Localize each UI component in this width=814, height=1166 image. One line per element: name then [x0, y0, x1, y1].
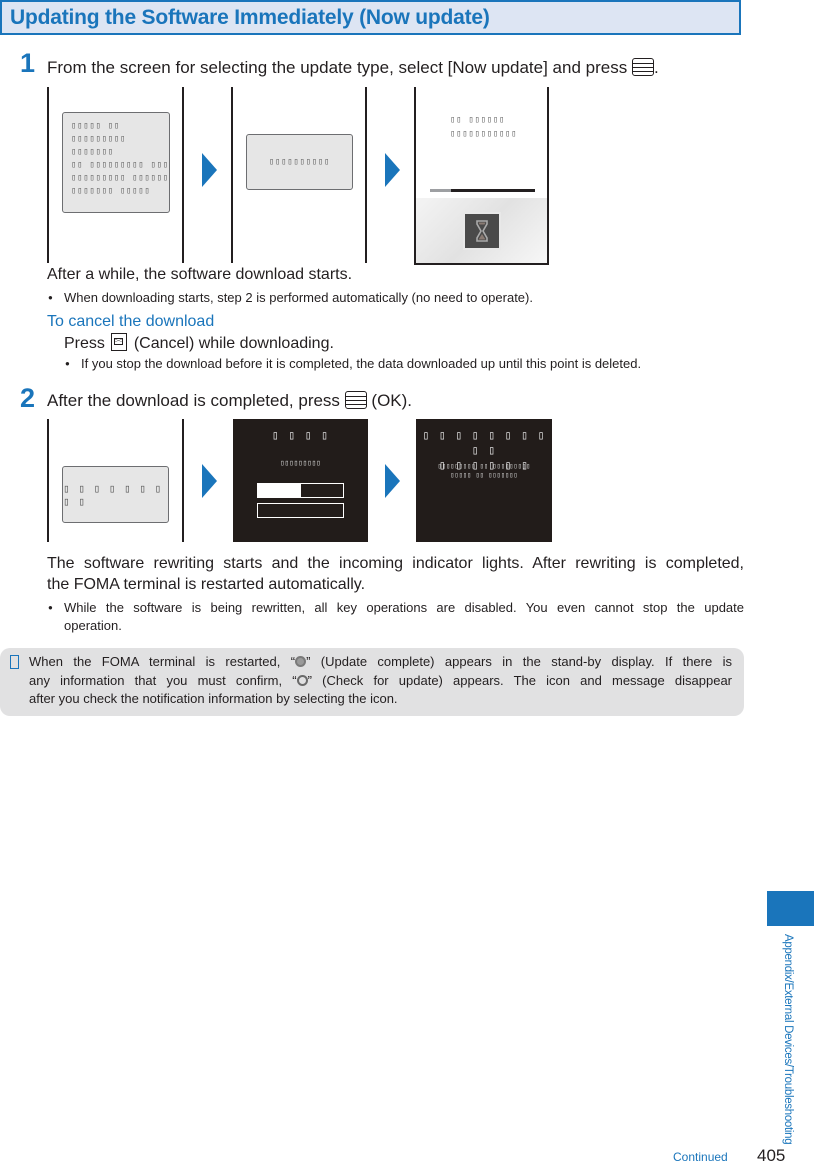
screen-border-bottom [414, 263, 549, 265]
screen-line: ▯▯▯▯▯▯▯▯▯▯▯ [450, 129, 518, 139]
screen-border-right [547, 87, 549, 263]
note-text-part: When the FOMA terminal is restarted, “ [29, 654, 296, 669]
step-1-instruction: From the screen for selecting the update… [47, 58, 659, 78]
screen-border-right [365, 87, 367, 263]
dialog-line: ▯ ▯ ▯ ▯ ▯ ▯ ▯ ▯ ▯ [63, 481, 163, 508]
step-2-result-line-2: the FOMA terminal is restarted automatic… [47, 576, 366, 593]
note-text-part: ” (Check for update) appears. The icon a… [307, 672, 732, 688]
screen-border-right [182, 419, 184, 542]
note-text-part: ” (Update complete) appears in the stand… [306, 654, 733, 669]
page-number: 405 [757, 1146, 786, 1165]
secondary-progress-bar [257, 503, 344, 518]
hourglass-icon [463, 212, 501, 250]
step-2-bullet-line-1: While the software is being rewritten, a… [48, 599, 744, 617]
section-header: Updating the Software Immediately (Now u… [0, 0, 741, 35]
update-complete-icon [295, 656, 307, 667]
download-screen-text: ▯▯ ▯▯▯▯▯▯ ▯▯▯▯▯▯▯▯▯▯▯ [450, 113, 517, 141]
check-for-update-icon [296, 674, 308, 686]
section-label-text: Appendix/External Devices/Troubleshootin… [782, 934, 794, 1145]
cancel-instruction: Press (Cancel) while downloading. [64, 333, 334, 354]
note-line: after you check the notification informa… [29, 691, 398, 706]
step-1-number: 1 [20, 48, 36, 78]
restart-message: ▯▯▯▯▯▯▯▯▯ ▯▯ ▯▯▯▯▯▯▯▯▯ ▯▯▯▯▯ ▯▯ ▯▯▯▯▯▯▯ [416, 462, 552, 480]
animation-area [416, 198, 547, 263]
rewriting-title: ▯ ▯ ▯ ▯ [271, 428, 330, 442]
cancel-heading: To cancel the download [47, 313, 215, 330]
rewrite-progress-fill [258, 484, 301, 497]
screen-border-left [47, 419, 49, 542]
restart-screen: ▯ ▯ ▯ ▯ ▯ ▯ ▯ ▯ ▯ ▯ ▯ ▯ ▯ ▯ ▯ ▯ ▯▯▯▯▯▯▯▯… [416, 419, 552, 542]
note-box: When the FOMA terminal is restarted, “ ” … [0, 648, 744, 716]
message-line: ▯▯▯▯▯ ▯▯ ▯▯▯▯▯▯▯ [450, 471, 518, 479]
dialog-text: ▯▯▯▯▯ ▯▯ ▯▯▯▯▯▯▯▯▯ ▯▯▯▯▯▯▯ ▯▯ ▯▯▯▯▯▯▯▯▯ … [71, 120, 169, 198]
arrow-right-icon [385, 464, 400, 498]
step-1-bullet: When downloading starts, step 2 is perfo… [48, 289, 533, 307]
note-line: any information that you must confirm, “… [29, 672, 732, 691]
rewriting-subtitle: ▯▯▯▯▯▯▯▯▯ [280, 458, 321, 467]
note-marker-icon [10, 655, 19, 669]
dialog-line: ▯▯▯▯▯▯▯▯▯ [71, 134, 127, 144]
arrow-right-icon [385, 153, 400, 187]
confirm-dialog: ▯▯▯▯▯▯▯▯▯▯ [246, 134, 353, 190]
dialog-line: ▯▯▯▯▯▯▯ ▯▯▯▯▯ [71, 186, 151, 196]
cancel-text: (Cancel) while downloading. [133, 335, 334, 352]
menu-key-icon [631, 58, 654, 76]
dialog-line: ▯▯▯▯▯▯▯▯▯▯ [268, 157, 331, 167]
note-line: When the FOMA terminal is restarted, “ ” … [29, 653, 732, 672]
download-complete-dialog: ▯ ▯ ▯ ▯ ▯ ▯ ▯ ▯ ▯ [62, 466, 169, 523]
step-2-result-line-1: The software rewriting starts and the in… [47, 555, 744, 572]
step-2-text: After the download is completed, press [47, 391, 340, 410]
dialog-line: ▯▯▯▯▯▯▯ [71, 147, 114, 157]
cancel-bullet: If you stop the download before it is co… [65, 355, 641, 373]
section-tab [767, 891, 814, 926]
mail-key-icon [111, 333, 128, 351]
step-1-period: . [653, 58, 659, 77]
dialog-line: ▯▯ ▯▯▯▯▯▯▯▯▯ ▯▯▯ [71, 160, 169, 170]
step-2-bullet-line-2: operation. [64, 618, 122, 633]
arrow-right-icon [202, 464, 217, 498]
page-title: Updating the Software Immediately (Now u… [10, 6, 490, 29]
section-label: Appendix/External Devices/Troubleshootin… [780, 934, 800, 1144]
cancel-text: Press [64, 335, 105, 352]
step-1-text: From the screen for selecting the update… [47, 58, 628, 77]
rewrite-progress-bar [257, 483, 344, 498]
update-type-dialog: ▯▯▯▯▯ ▯▯ ▯▯▯▯▯▯▯▯▯ ▯▯▯▯▯▯▯ ▯▯ ▯▯▯▯▯▯▯▯▯ … [62, 112, 170, 213]
rewriting-screen: ▯ ▯ ▯ ▯ ▯▯▯▯▯▯▯▯▯ [233, 419, 368, 542]
download-progress-bar [430, 189, 535, 192]
step-2-instruction: After the download is completed, press (… [47, 391, 412, 411]
download-progress-fill [430, 189, 451, 192]
step-2-number: 2 [20, 383, 36, 413]
step-2-text-end: (OK). [371, 391, 413, 410]
message-line: ▯▯▯▯▯▯▯▯▯ ▯▯ ▯▯▯▯▯▯▯▯▯ [437, 462, 531, 470]
note-text-part: any information that you must confirm, “ [29, 672, 297, 688]
continued-label: Continued [673, 1150, 728, 1164]
screen-border-left [47, 87, 49, 263]
dialog-line: ▯▯▯▯▯▯▯▯▯ ▯▯▯▯▯▯ [71, 173, 169, 183]
step-1-result: After a while, the software download sta… [47, 266, 353, 283]
screen-border-left [231, 87, 233, 263]
title-line: ▯ ▯ ▯ ▯ ▯ ▯ ▯ ▯ ▯ ▯ [422, 428, 546, 457]
dialog-line: ▯▯▯▯▯ ▯▯ [71, 121, 120, 131]
screen-line: ▯▯ ▯▯▯▯▯▯ [450, 115, 506, 125]
note-text: When the FOMA terminal is restarted, “ ” … [29, 653, 732, 709]
arrow-right-icon [202, 153, 217, 187]
screen-border-right [182, 87, 184, 263]
menu-key-icon [344, 391, 367, 409]
